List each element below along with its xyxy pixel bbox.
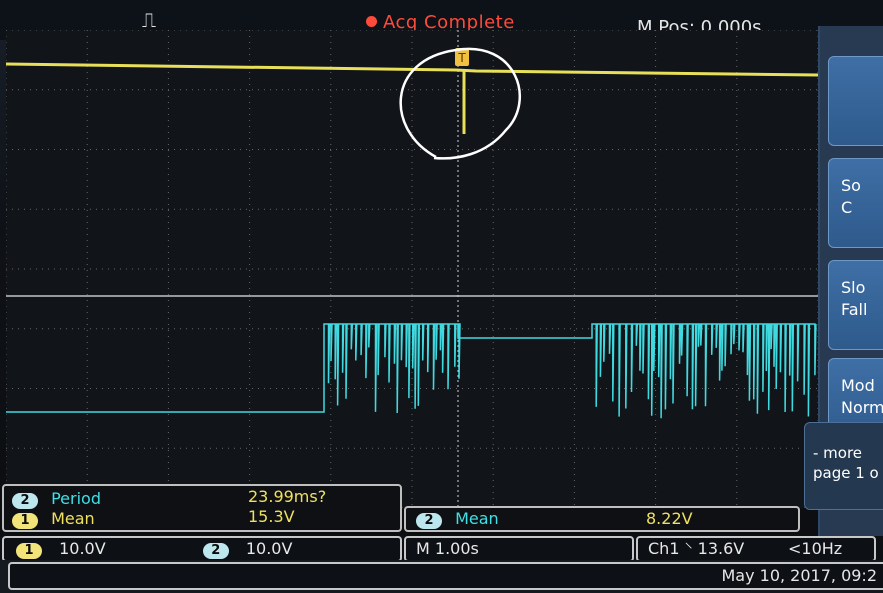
pulse-trigger-icon: ⎍ [142,8,156,32]
softkey-source[interactable]: So C [828,158,883,248]
acquisition-status-dot-icon [366,16,377,27]
timebase-box: M 1.00s [404,536,634,562]
channel-scale-box: 1 10.0V 2 10.0V [2,536,402,562]
trigger-readout-box: Ch1 ⸌ 13.6V <10Hz [636,536,876,562]
softkey-type[interactable] [828,56,883,146]
ch2-badge[interactable]: 2 [202,543,229,559]
date-box: May 10, 2017, 09:2 [8,562,883,590]
measurement-ch2-period: 2 Period [12,490,101,509]
trigger-marker-label: T [457,51,466,65]
softkey-mode-value: Norm [841,398,883,417]
softkey-slope[interactable]: Slo Fall [828,260,883,350]
oscilloscope-screen: ⎍ Acq Complete M Pos: 0.000s T So C Slo … [0,0,883,593]
measurement-ch2-mean: 2 Mean [416,510,499,529]
softkey-source-value: C [841,198,853,217]
ch1-badge[interactable]: 1 [16,543,42,559]
measurement-ch1-mean-value: 15.3V [248,507,295,526]
trigger-frequency-readout: <10Hz [788,539,843,558]
timebase-readout: M 1.00s [416,539,479,558]
ch2-scale: 10.0V [245,539,293,558]
date-bar: May 10, 2017, 09:2 [0,560,883,593]
measurement-ch1-mean: 1 Mean [12,510,95,529]
date-time-readout: May 10, 2017, 09:2 [721,566,877,585]
waveform-display: T [6,30,818,508]
measurement-panel-left: 2 Period 23.99ms? 1 Mean 15.3V [2,484,402,532]
measurement-ch2-period-value: 23.99ms? [248,487,327,506]
softkey-slope-label: Slo [841,278,866,297]
softkey-mode-label: Mod [841,376,875,395]
softkey-more[interactable]: - more page 1 o [804,422,883,510]
measurement-panel-right: 2 Mean 8.22V [404,506,800,532]
softkey-source-label: So [841,176,861,195]
ch1-scale: 10.0V [59,539,106,558]
softkey-slope-value: Fall [841,300,868,319]
trigger-level-readout: Ch1 ⸌ 13.6V [648,539,745,558]
measurement-ch2-mean-value: 8.22V [646,509,693,528]
